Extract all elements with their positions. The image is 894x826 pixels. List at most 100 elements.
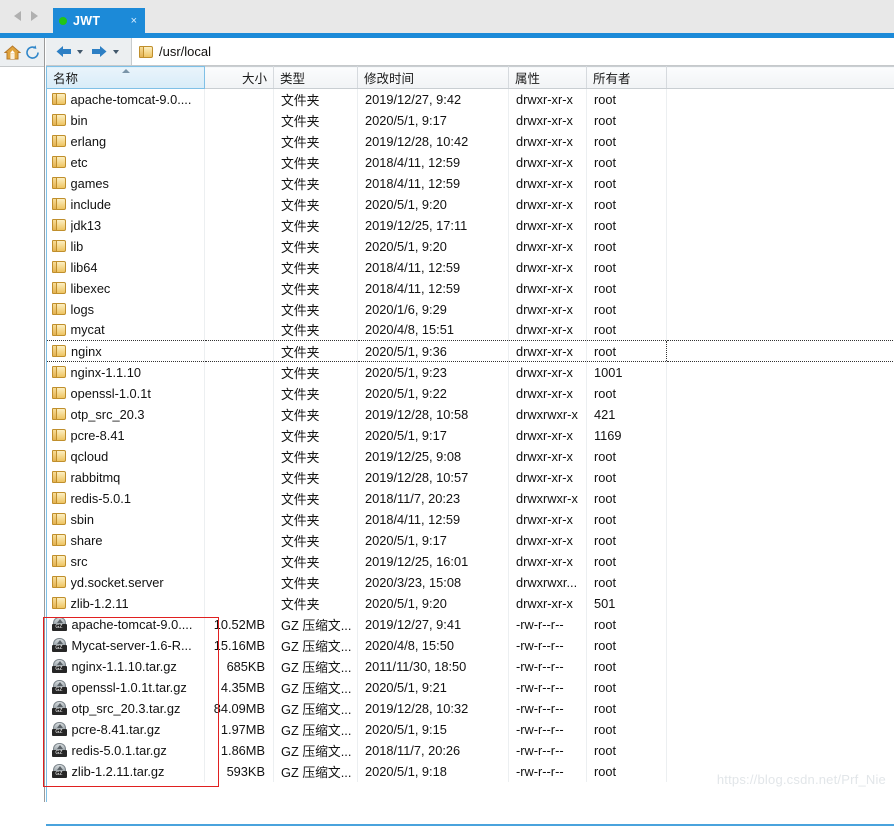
table-row[interactable]: GZMycat-server-1.6-R...15.16MBGZ 压缩文...2… [47, 635, 894, 656]
cell-owner: 1169 [587, 425, 667, 446]
tab-scroll-left-icon[interactable] [14, 11, 21, 21]
back-history-chevron-down-icon[interactable] [77, 50, 83, 54]
cell-type-label: 文件夹 [281, 450, 319, 465]
cell-type: 文件夹 [274, 551, 358, 572]
cell-type-label: 文件夹 [281, 513, 319, 528]
cell-size [205, 404, 274, 425]
refresh-icon[interactable] [24, 44, 41, 61]
table-row[interactable]: yd.socket.server文件夹2020/3/23, 15:08drwxr… [47, 572, 894, 593]
cell-type: GZ 压缩文... [274, 740, 358, 761]
cell-modified-time: 2019/12/28, 10:58 [358, 404, 509, 425]
cell-type: 文件夹 [274, 425, 358, 446]
column-header-owner[interactable]: 所有者 [587, 67, 667, 89]
table-row[interactable]: GZapache-tomcat-9.0....10.52MBGZ 压缩文...2… [47, 614, 894, 635]
cell-attributes: drwxr-xr-x [509, 530, 587, 551]
table-row[interactable]: libexec文件夹2018/4/11, 12:59drwxr-xr-xroot [47, 278, 894, 299]
table-row[interactable]: etc文件夹2018/4/11, 12:59drwxr-xr-xroot [47, 152, 894, 173]
back-icon[interactable] [54, 44, 73, 59]
cell-type: 文件夹 [274, 593, 358, 614]
table-row[interactable]: mycat文件夹2020/4/8, 15:51drwxr-xr-xroot [47, 320, 894, 341]
cell-modified-time: 2018/4/11, 12:59 [358, 257, 509, 278]
list-left-edge [46, 88, 47, 802]
table-row[interactable]: GZopenssl-1.0.1t.tar.gz4.35MBGZ 压缩文...20… [47, 677, 894, 698]
cell-modified-time: 2019/12/27, 9:42 [358, 89, 509, 110]
table-row[interactable]: erlang文件夹2019/12/28, 10:42drwxr-xr-xroot [47, 131, 894, 152]
table-row[interactable]: lib文件夹2020/5/1, 9:20drwxr-xr-xroot [47, 236, 894, 257]
cell-filler [667, 299, 894, 320]
file-name-label: zlib-1.2.11 [71, 596, 129, 611]
column-header-name[interactable]: 名称 [47, 67, 205, 89]
table-row[interactable]: qcloud文件夹2019/12/25, 9:08drwxr-xr-xroot [47, 446, 894, 467]
cell-size [205, 278, 274, 299]
cell-attributes-label: -rw-r--r-- [516, 659, 564, 674]
cell-type-label: 文件夹 [281, 93, 319, 108]
cell-owner: root [587, 509, 667, 530]
file-name-label: zlib-1.2.11.tar.gz [72, 764, 165, 779]
cell-attributes-label: drwxr-xr-x [516, 197, 573, 212]
cell-name: src [47, 551, 205, 572]
cell-size: 593KB [205, 761, 274, 782]
table-row[interactable]: src文件夹2019/12/25, 16:01drwxr-xr-xroot [47, 551, 894, 572]
table-row[interactable]: GZotp_src_20.3.tar.gz84.09MBGZ 压缩文...201… [47, 698, 894, 719]
cell-filler [667, 551, 894, 572]
table-row[interactable]: GZpcre-8.41.tar.gz1.97MBGZ 压缩文...2020/5/… [47, 719, 894, 740]
table-row[interactable]: include文件夹2020/5/1, 9:20drwxr-xr-xroot [47, 194, 894, 215]
forward-history-chevron-down-icon[interactable] [113, 50, 119, 54]
table-row[interactable]: games文件夹2018/4/11, 12:59drwxr-xr-xroot [47, 173, 894, 194]
connection-status-dot-icon [59, 17, 67, 25]
cell-size-label: 4.35MB [221, 680, 265, 695]
close-icon[interactable]: × [131, 15, 139, 27]
cell-name: share [47, 530, 205, 551]
table-row[interactable]: redis-5.0.1文件夹2018/11/7, 20:23drwxrwxr-x… [47, 488, 894, 509]
cell-type-label: 文件夹 [281, 345, 319, 360]
cell-modified-time-label: 2020/5/1, 9:20 [365, 596, 447, 611]
table-row[interactable]: GZnginx-1.1.10.tar.gz685KBGZ 压缩文...2011/… [47, 656, 894, 677]
address-toolbar: /usr/local [46, 38, 894, 66]
table-row[interactable]: GZredis-5.0.1.tar.gz1.86MBGZ 压缩文...2018/… [47, 740, 894, 761]
cell-owner: root [587, 278, 667, 299]
cell-filler [667, 530, 894, 551]
table-row[interactable]: bin文件夹2020/5/1, 9:17drwxr-xr-xroot [47, 110, 894, 131]
table-row[interactable]: nginx文件夹2020/5/1, 9:36drwxr-xr-xroot [47, 341, 894, 362]
cell-owner-label: 1001 [594, 365, 622, 380]
table-row[interactable]: lib64文件夹2018/4/11, 12:59drwxr-xr-xroot [47, 257, 894, 278]
column-header-filler [667, 67, 894, 89]
column-header-attributes[interactable]: 属性 [509, 67, 587, 89]
table-row[interactable]: share文件夹2020/5/1, 9:17drwxr-xr-xroot [47, 530, 894, 551]
table-row[interactable]: apache-tomcat-9.0....文件夹2019/12/27, 9:42… [47, 89, 894, 110]
table-row[interactable]: pcre-8.41文件夹2020/5/1, 9:17drwxr-xr-x1169 [47, 425, 894, 446]
column-header-size[interactable]: 大小 [205, 67, 274, 89]
cell-modified-time-label: 2020/5/1, 9:17 [365, 428, 447, 443]
file-table-body: apache-tomcat-9.0....文件夹2019/12/27, 9:42… [47, 89, 894, 782]
cell-owner: root [587, 236, 667, 257]
session-tab-jwt[interactable]: JWT × [53, 8, 145, 33]
cell-owner-label: root [594, 743, 616, 758]
forward-icon[interactable] [90, 44, 109, 59]
table-row[interactable]: nginx-1.1.10文件夹2020/5/1, 9:23drwxr-xr-x1… [47, 362, 894, 383]
tab-scroll-right-icon[interactable] [31, 11, 38, 21]
cell-attributes: drwxr-xr-x [509, 362, 587, 383]
table-row[interactable]: sbin文件夹2018/4/11, 12:59drwxr-xr-xroot [47, 509, 894, 530]
cell-owner-label: root [594, 197, 616, 212]
table-row[interactable]: jdk13文件夹2019/12/25, 17:11drwxr-xr-xroot [47, 215, 894, 236]
cell-name: yd.socket.server [47, 572, 205, 593]
file-list[interactable]: 名称 大小 类型 修改时间 属性 所有者 [46, 66, 894, 802]
path-input[interactable]: /usr/local [131, 38, 894, 65]
table-row[interactable]: otp_src_20.3文件夹2019/12/28, 10:58drwxrwxr… [47, 404, 894, 425]
cell-filler [667, 173, 894, 194]
cell-attributes-label: drwxr-xr-x [516, 302, 573, 317]
cell-size [205, 467, 274, 488]
file-table: 名称 大小 类型 修改时间 属性 所有者 [46, 66, 894, 782]
table-row[interactable]: logs文件夹2020/1/6, 9:29drwxr-xr-xroot [47, 299, 894, 320]
column-header-type[interactable]: 类型 [274, 67, 358, 89]
column-header-modified-time[interactable]: 修改时间 [358, 67, 509, 89]
table-row[interactable]: openssl-1.0.1t文件夹2020/5/1, 9:22drwxr-xr-… [47, 383, 894, 404]
table-row[interactable]: rabbitmq文件夹2019/12/28, 10:57drwxr-xr-xro… [47, 467, 894, 488]
cell-attributes-label: -rw-r--r-- [516, 617, 564, 632]
cell-type: 文件夹 [274, 467, 358, 488]
cell-owner: root [587, 761, 667, 782]
table-row[interactable]: zlib-1.2.11文件夹2020/5/1, 9:20drwxr-xr-x50… [47, 593, 894, 614]
cell-type: 文件夹 [274, 152, 358, 173]
cell-type: GZ 压缩文... [274, 719, 358, 740]
home-icon[interactable] [4, 44, 21, 61]
